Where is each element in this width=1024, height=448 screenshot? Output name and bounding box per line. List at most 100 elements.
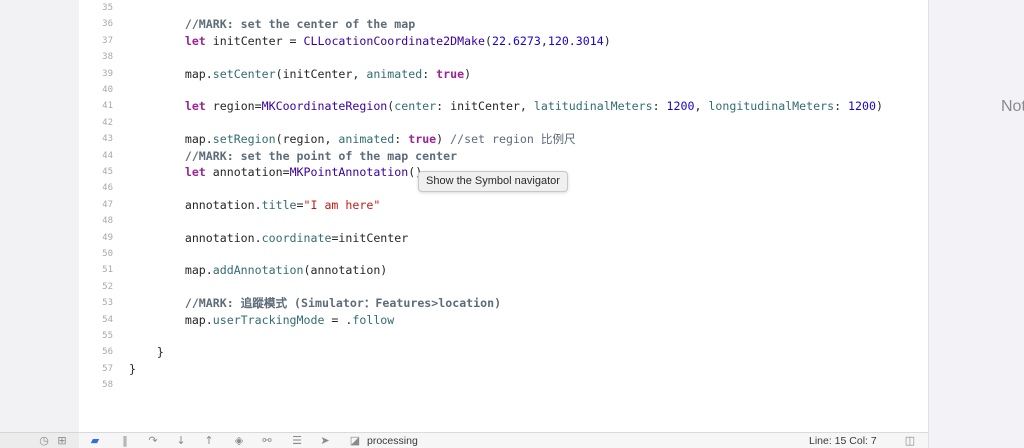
code-token: MKCoordinateRegion <box>261 99 388 113</box>
code-token: 1200 <box>666 99 695 113</box>
code-token: : initCenter, <box>436 99 534 113</box>
code-text: map.setCenter(initCenter, animated: true… <box>129 66 471 82</box>
line-number: 40 <box>102 85 113 95</box>
code-token: //set region 比例尺 <box>450 132 576 146</box>
code-token: center <box>394 99 437 113</box>
code-line[interactable]: 55 <box>79 328 928 344</box>
pause-icon[interactable]: ‖ <box>119 435 131 447</box>
line-number: 44 <box>102 151 113 161</box>
panel-toggle-icon[interactable]: ◫ <box>904 435 916 447</box>
code-token: : <box>394 132 409 146</box>
line-number: 51 <box>102 265 113 275</box>
code-line[interactable]: 41 let region=MKCoordinateRegion(center:… <box>79 98 928 114</box>
code-token: latitudinalMeters <box>533 99 653 113</box>
debug-bar: ▰ ‖ ↷ ↓ ↑ ◈ ⚯ ☰ ➤ ◪ processing Line: 15 … <box>79 432 928 448</box>
line-number: 41 <box>102 101 113 111</box>
code-token: let <box>184 34 206 48</box>
code-token: let <box>184 165 206 179</box>
line-number: 39 <box>102 69 113 79</box>
left-gutter <box>0 0 79 448</box>
code-line[interactable]: 53 //MARK: 追蹤模式 (Simulator：Features>loca… <box>79 295 928 311</box>
line-number: 52 <box>102 282 113 292</box>
environment-overrides-icon[interactable]: ☰ <box>291 435 303 447</box>
line-number: 43 <box>102 134 113 144</box>
code-line[interactable]: 39 map.setCenter(initCenter, animated: t… <box>79 66 928 82</box>
step-into-icon[interactable]: ↓ <box>175 435 187 447</box>
code-token: setCenter <box>212 67 276 81</box>
line-number: 47 <box>102 200 113 210</box>
code-text: map.addAnnotation(annotation) <box>129 262 387 278</box>
code-token: ) <box>464 67 472 81</box>
line-number: 38 <box>102 52 113 62</box>
code-text: map.setRegion(region, animated: true) //… <box>129 131 576 147</box>
code-line[interactable]: 51 map.addAnnotation(annotation) <box>79 262 928 278</box>
app-icon: ◪ <box>349 434 361 447</box>
code-line[interactable]: 54 map.userTrackingMode = .follow <box>79 312 928 328</box>
code-token: map. <box>129 132 213 146</box>
right-panel-label: Not <box>1001 98 1024 115</box>
code-line[interactable]: 50 <box>79 246 928 262</box>
code-token: annotation= <box>205 165 290 179</box>
code-text: //MARK: set the point of the map center <box>129 148 457 164</box>
code-line[interactable]: 47 annotation.title="I am here" <box>79 197 928 213</box>
code-token: map. <box>129 313 213 327</box>
line-number: 42 <box>102 118 113 128</box>
code-token: let <box>184 99 206 113</box>
bottom-left-bar: ◷ ⊞ <box>0 432 79 448</box>
line-number: 48 <box>102 216 113 226</box>
code-editor[interactable]: 35 36 //MARK: set the center of the map 37… <box>79 0 928 432</box>
code-token: annotation. <box>129 198 262 212</box>
breakpoints-toggle-icon[interactable]: ▰ <box>89 435 101 447</box>
code-line[interactable]: 42 <box>79 115 928 131</box>
code-line[interactable]: 38 <box>79 49 928 65</box>
code-line[interactable]: 56 } <box>79 344 928 360</box>
line-number: 56 <box>102 347 113 357</box>
code-line[interactable]: 44 //MARK: set the point of the map cent… <box>79 148 928 164</box>
code-token: coordinate <box>261 231 332 245</box>
code-token: animated <box>338 132 395 146</box>
line-number: 46 <box>102 183 113 193</box>
step-out-icon[interactable]: ↑ <box>203 435 215 447</box>
code-text: let initCenter = CLLocationCoordinate2DM… <box>129 33 611 49</box>
line-number: 54 <box>102 315 113 325</box>
code-token: = <box>296 198 304 212</box>
code-line[interactable]: 37 let initCenter = CLLocationCoordinate… <box>79 33 928 49</box>
code-text: } <box>129 344 164 360</box>
code-token: map. <box>129 67 213 81</box>
code-line[interactable]: 49 annotation.coordinate=initCenter <box>79 230 928 246</box>
code-token: ) <box>603 34 611 48</box>
code-token: animated <box>366 67 423 81</box>
memory-graph-icon[interactable]: ⚯ <box>261 435 273 447</box>
line-number: 50 <box>102 249 113 259</box>
code-line[interactable]: 35 <box>79 0 928 16</box>
code-token: : <box>652 99 667 113</box>
code-text: let region=MKCoordinateRegion(center: in… <box>129 98 883 114</box>
code-line[interactable]: 52 <box>79 279 928 295</box>
code-token: : <box>422 67 437 81</box>
code-line[interactable]: 48 <box>79 213 928 229</box>
code-token: MKPointAnnotation <box>289 165 409 179</box>
code-line[interactable]: 57} <box>79 361 928 377</box>
step-over-icon[interactable]: ↷ <box>147 435 159 447</box>
line-number: 55 <box>102 331 113 341</box>
add-icon[interactable]: ⊞ <box>56 435 68 447</box>
code-line[interactable]: 58 <box>79 377 928 393</box>
code-token: =initCenter <box>331 231 409 245</box>
code-token: ( <box>485 34 492 48</box>
history-icon[interactable]: ◷ <box>38 435 50 447</box>
view-hierarchy-icon[interactable]: ◈ <box>233 435 245 447</box>
line-number: 45 <box>102 167 113 177</box>
code-token: } <box>129 362 136 376</box>
code-token: 120.3014 <box>547 34 604 48</box>
code-text: annotation.title="I am here" <box>129 197 380 213</box>
code-token: (initCenter, <box>275 67 367 81</box>
code-line[interactable]: 40 <box>79 82 928 98</box>
location-icon[interactable]: ➤ <box>319 435 331 447</box>
process-name[interactable]: processing <box>367 434 418 448</box>
code-token: ) <box>436 132 451 146</box>
code-token: : <box>834 99 849 113</box>
code-line[interactable]: 36 //MARK: set the center of the map <box>79 16 928 32</box>
code-line[interactable]: 43 map.setRegion(region, animated: true)… <box>79 131 928 147</box>
code-token: ) <box>875 99 883 113</box>
